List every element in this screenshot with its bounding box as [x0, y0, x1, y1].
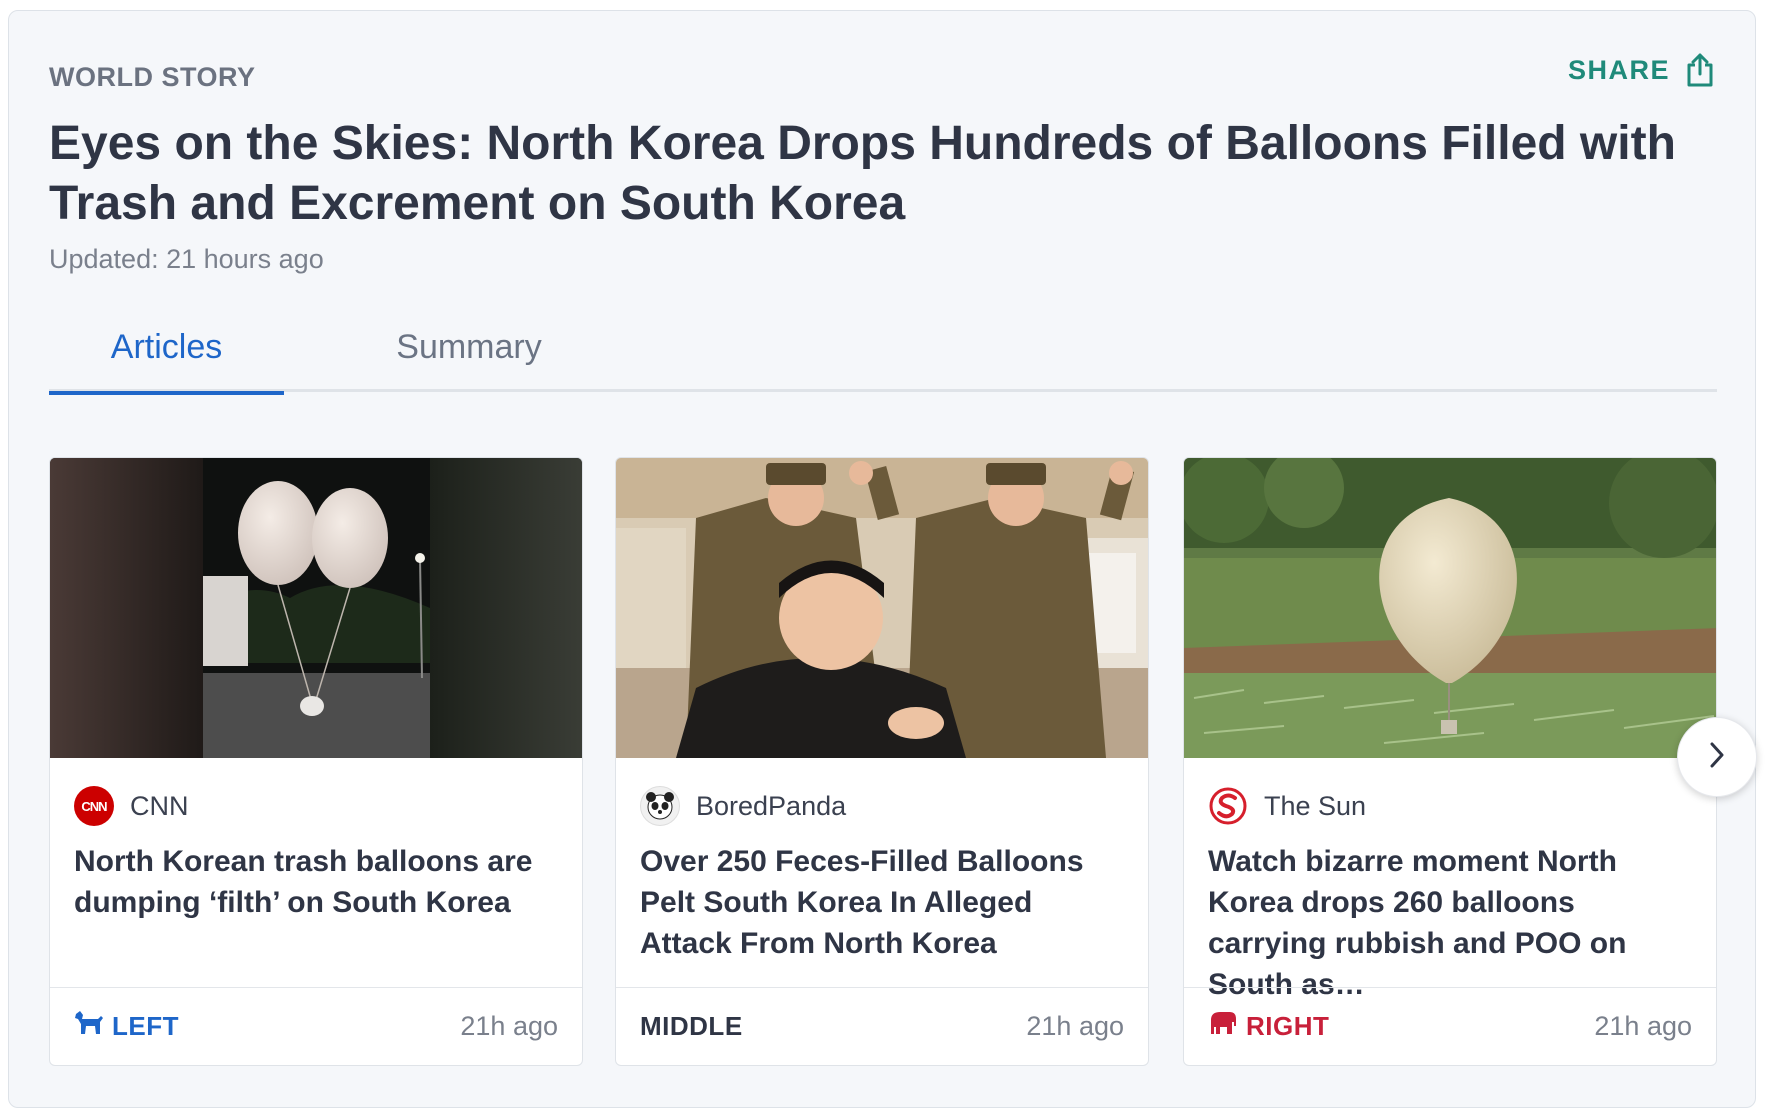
article-source[interactable]: CNN CNN [74, 786, 189, 826]
article-time: 21h ago [1594, 1011, 1692, 1041]
article-source[interactable]: BoredPanda [640, 786, 846, 826]
article-image-balloons-night [50, 458, 582, 758]
article-image-officials-cheering [616, 458, 1148, 758]
tab-bar: Articles Summary [49, 320, 1717, 395]
article-card-the-sun[interactable]: The Sun Watch bizarre moment North Korea… [1183, 457, 1717, 1066]
article-time: 21h ago [1026, 1011, 1124, 1041]
bias-rating[interactable]: LEFT [74, 1010, 179, 1043]
article-title[interactable]: North Korean trash balloons are dumping … [74, 841, 562, 923]
article-footer: RIGHT 21h ago [1184, 987, 1716, 1065]
article-source[interactable]: The Sun [1208, 786, 1366, 826]
story-kicker: WORLD STORY [49, 62, 256, 92]
share-button[interactable]: SHARE [1568, 52, 1716, 88]
article-image-balloon-field [1184, 458, 1716, 758]
elephant-icon [1208, 1010, 1238, 1043]
panda-logo-icon [640, 786, 680, 826]
source-name: BoredPanda [696, 790, 847, 821]
sun-logo-icon [1208, 786, 1248, 826]
article-card-boredpanda[interactable]: BoredPanda Over 250 Feces-Filled Balloon… [615, 457, 1149, 1066]
article-time: 21h ago [460, 1011, 558, 1041]
bias-rating[interactable]: MIDDLE [640, 1011, 743, 1042]
chevron-right-icon [1707, 741, 1727, 774]
share-label: SHARE [1567, 54, 1670, 85]
tab-articles[interactable]: Articles [49, 328, 284, 395]
cnn-logo-icon: CNN [74, 786, 114, 826]
article-card-cnn[interactable]: CNN CNN North Korean trash balloons are … [49, 457, 583, 1066]
bias-label: LEFT [112, 1011, 179, 1041]
bias-label: RIGHT [1246, 1011, 1330, 1041]
article-title[interactable]: Watch bizarre moment North Korea drops 2… [1208, 841, 1696, 1005]
donkey-icon [74, 1010, 104, 1043]
tab-summary[interactable]: Summary [349, 328, 589, 392]
source-name: The Sun [1264, 790, 1367, 821]
article-footer: LEFT 21h ago [50, 987, 582, 1065]
article-footer: MIDDLE 21h ago [616, 987, 1148, 1065]
share-icon [1684, 52, 1716, 88]
bias-label: MIDDLE [640, 1011, 743, 1041]
article-title[interactable]: Over 250 Feces-Filled Balloons Pelt Sout… [640, 841, 1128, 964]
carousel-next-button[interactable] [1677, 717, 1757, 797]
updated-timestamp: Updated: 21 hours ago [49, 244, 324, 274]
source-name: CNN [130, 790, 189, 821]
bias-rating[interactable]: RIGHT [1208, 1010, 1329, 1043]
story-headline: Eyes on the Skies: North Korea Drops Hun… [49, 117, 1676, 230]
